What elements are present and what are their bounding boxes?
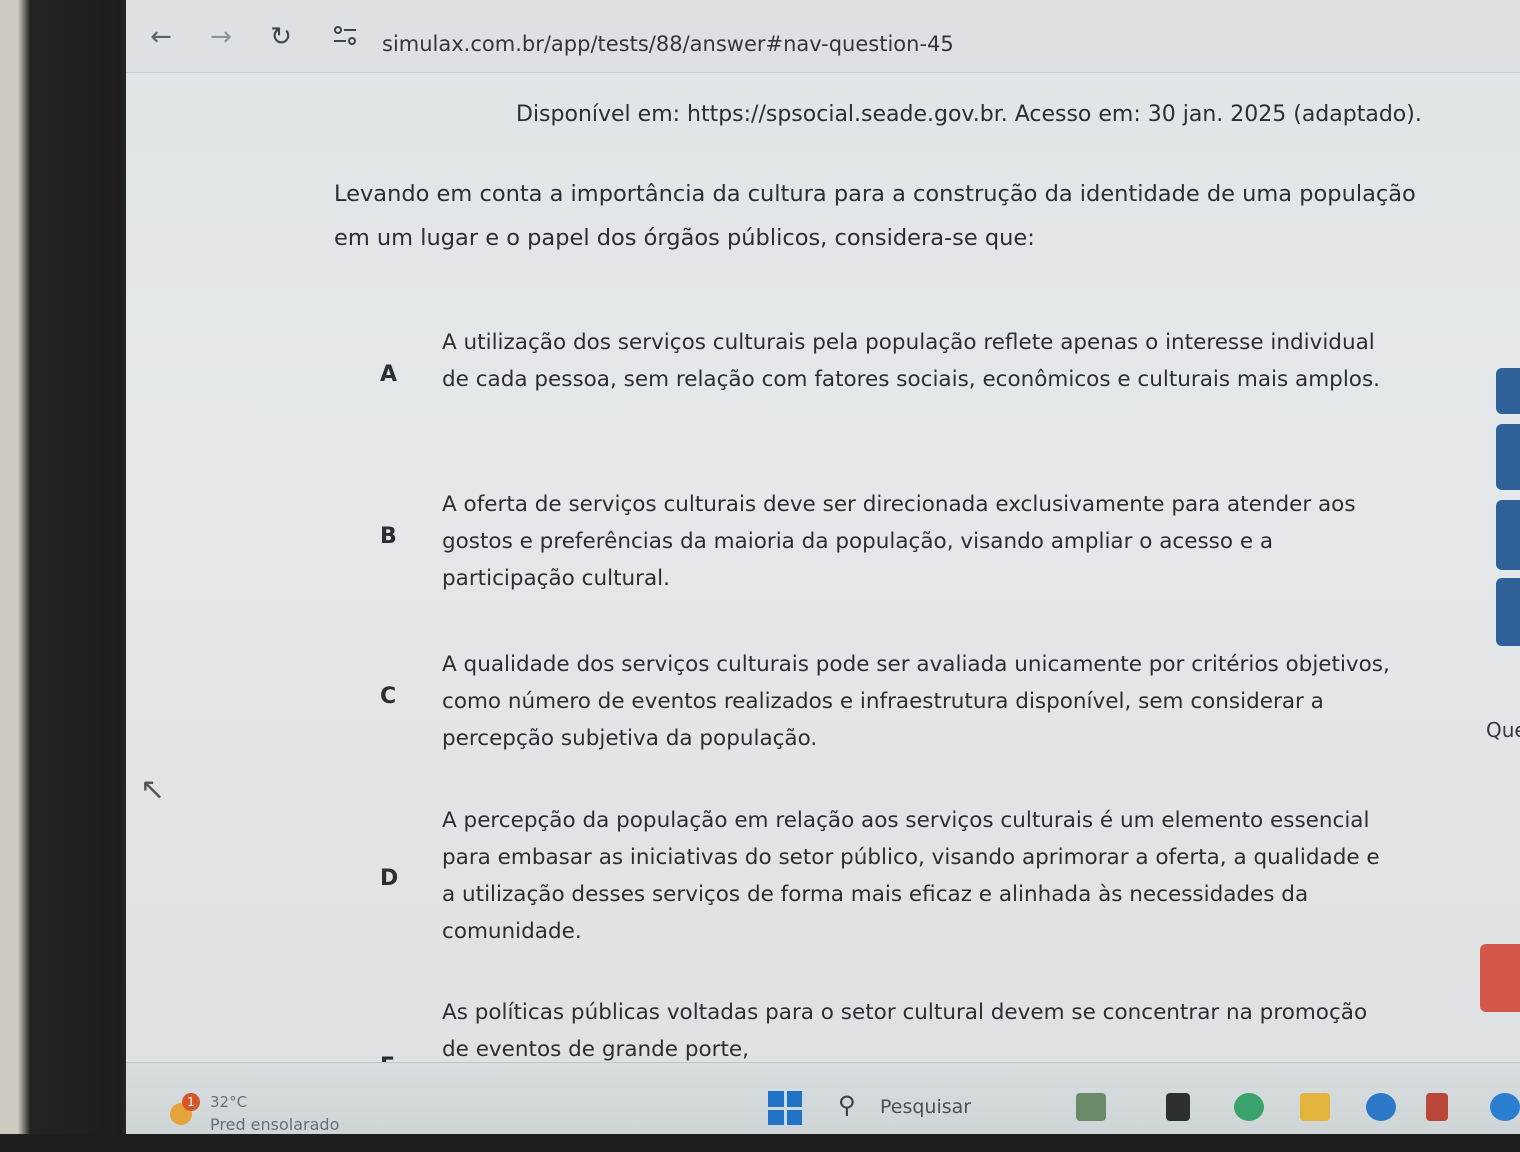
option-letter: A	[380, 362, 398, 387]
arrow-right-icon[interactable]: →	[204, 20, 238, 54]
browser-toolbar: ← → ↻ simulax.com.br/app/tests/88/answer…	[126, 0, 1520, 73]
question-prompt: Levando em conta a importância da cultur…	[334, 181, 1416, 251]
option-letter: B	[380, 524, 397, 549]
taskbar-app-icon[interactable]	[1426, 1093, 1448, 1121]
reload-icon[interactable]: ↻	[264, 20, 298, 54]
mouse-pointer-icon: ↖	[140, 772, 166, 807]
taskbar-app-icon[interactable]	[1076, 1093, 1106, 1121]
weather-temperature[interactable]: 32°C	[210, 1093, 247, 1111]
taskbar-app-icon[interactable]	[1234, 1093, 1264, 1121]
question-source: Disponível em: https://spsocial.seade.go…	[516, 102, 1422, 127]
question-nav-tab[interactable]	[1496, 368, 1520, 414]
notification-badge: 1	[182, 1093, 200, 1111]
option-text: A qualidade dos serviços culturais pode …	[442, 652, 1390, 751]
taskbar-app-icon[interactable]	[1300, 1093, 1330, 1121]
site-settings-icon[interactable]	[332, 24, 362, 52]
arrow-left-icon[interactable]: ←	[144, 20, 178, 54]
option-text: A oferta de serviços culturais deve ser …	[442, 492, 1356, 591]
taskbar: 1 32°C Pred ensolarado ⚲ Pesquisar	[126, 1062, 1520, 1136]
option-text: A utilização dos serviços culturais pela…	[442, 330, 1380, 392]
taskbar-app-icon[interactable]	[1166, 1093, 1190, 1121]
option-text: A percepção da população em relação aos …	[442, 808, 1380, 944]
question-nav-tab[interactable]	[1496, 500, 1520, 570]
question-nav-tab[interactable]	[1496, 424, 1520, 490]
page-content: Disponível em: https://spsocial.seade.go…	[126, 72, 1520, 1079]
taskbar-app-icon[interactable]	[1490, 1093, 1520, 1121]
option-text: As políticas públicas voltadas para o se…	[442, 1000, 1368, 1062]
question-nav-tab[interactable]	[1496, 578, 1520, 646]
option-letter: D	[380, 866, 399, 891]
side-panel-label: Que	[1486, 718, 1520, 742]
screen-bezel-bottom	[0, 1134, 1520, 1152]
address-bar[interactable]: simulax.com.br/app/tests/88/answer#nav-q…	[382, 32, 954, 56]
taskbar-search[interactable]: Pesquisar	[866, 1089, 1070, 1125]
question-nav-panel	[1480, 0, 1520, 1012]
windows-start-icon[interactable]	[768, 1091, 802, 1125]
browser-window: ← → ↻ simulax.com.br/app/tests/88/answer…	[126, 0, 1520, 1136]
weather-description[interactable]: Pred ensolarado	[210, 1115, 339, 1134]
taskbar-app-icon[interactable]	[1366, 1093, 1396, 1121]
option-letter: C	[380, 684, 397, 709]
screen-bezel-left	[0, 0, 128, 1152]
finish-button[interactable]	[1480, 944, 1520, 1012]
search-icon[interactable]: ⚲	[838, 1091, 856, 1119]
